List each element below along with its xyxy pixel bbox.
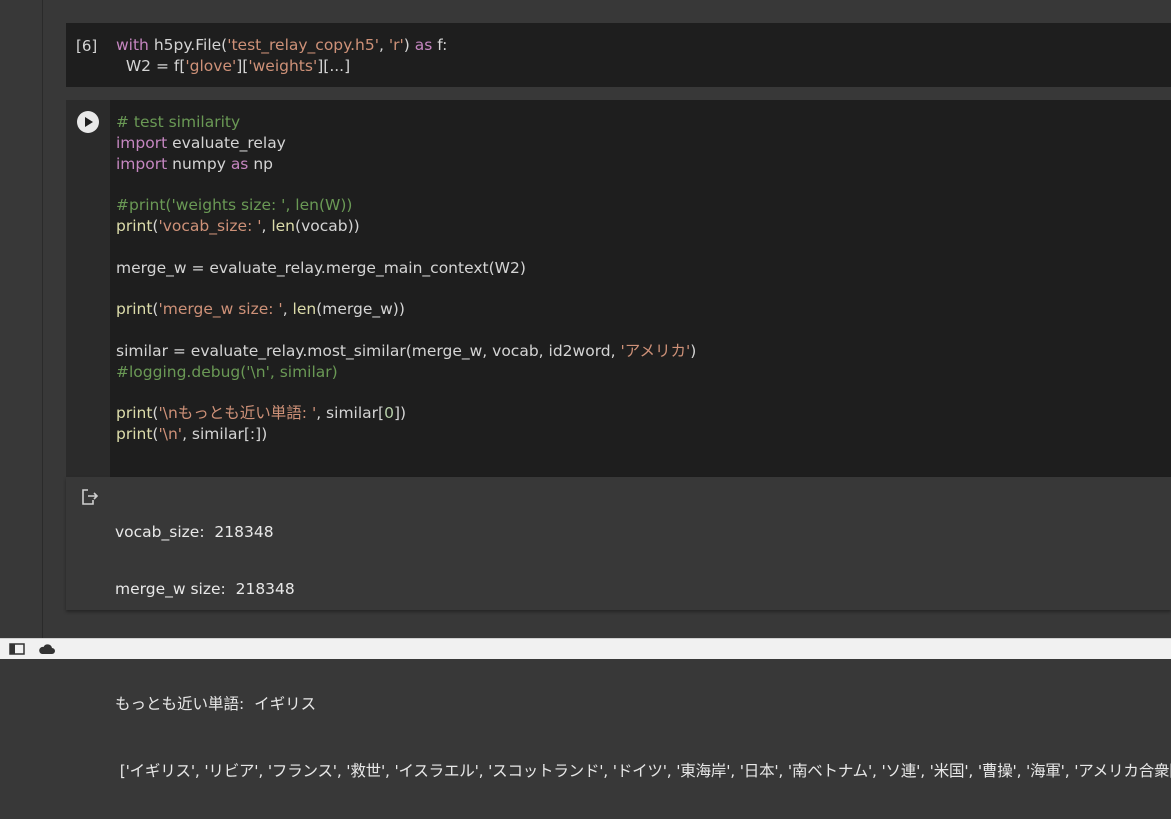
code-editor[interactable]: # test similarity import evaluate_relay im… (116, 112, 696, 445)
code-line: print('\n', similar[:]) (116, 424, 696, 445)
left-gutter (0, 0, 42, 638)
code-token: 'weights' (248, 57, 318, 75)
code-editor[interactable]: with h5py.File('test_relay_copy.h5', 'r'… (116, 35, 447, 77)
code-token: print (116, 424, 153, 443)
code-token: 'test_relay_copy.h5' (227, 36, 379, 54)
code-token: 'アメリカ' (620, 341, 691, 360)
code-line: print('merge_w size: ', len(merge_w)) (116, 299, 696, 320)
code-token: as (414, 36, 433, 54)
code-line: print('\nもっとも近い単語: ', similar[0]) (116, 403, 696, 424)
code-token: , similar[ (316, 404, 385, 423)
code-cell-6[interactable]: [6] with h5py.File('test_relay_copy.h5',… (66, 23, 1171, 87)
code-token: ) (403, 36, 415, 54)
play-icon (85, 117, 93, 127)
run-cell-button[interactable] (77, 111, 99, 133)
code-token: len (292, 300, 317, 319)
code-token: h5py.File( (148, 36, 228, 54)
code-token: , similar[:]) (182, 424, 268, 443)
code-line: W2 = f['glove']['weights'][...] (116, 56, 447, 77)
code-token: , (261, 216, 272, 235)
code-token: with (116, 36, 149, 54)
code-line: #logging.debug('\n', similar) (116, 362, 696, 383)
code-token: , (282, 300, 293, 319)
code-line: similar = evaluate_relay.most_similar(me… (116, 341, 696, 362)
code-token: similar = evaluate_relay.most_similar(me… (116, 341, 621, 360)
code-token: 'merge_w size: ' (158, 300, 283, 319)
code-token: (merge_w)) (316, 300, 405, 319)
code-token: ) (690, 341, 697, 360)
output-icon[interactable] (80, 488, 100, 506)
code-token: W2 = f[ (116, 57, 186, 75)
code-token: numpy (167, 154, 231, 173)
status-bar (0, 638, 1171, 659)
code-line: import evaluate_relay (116, 133, 696, 154)
code-line: print('vocab_size: ', len(vocab)) (116, 216, 696, 237)
execution-count: [6] (76, 37, 98, 55)
output-nearest-line: もっとも近い単語: イギリス (115, 695, 317, 713)
code-token: evaluate_relay (167, 133, 286, 152)
terminal-icon[interactable] (9, 643, 25, 655)
code-token: print (116, 300, 153, 319)
output-vocab-line: vocab_size: 218348 (115, 523, 274, 541)
code-token: import (116, 154, 168, 173)
code-token: import (116, 133, 168, 152)
code-token: ][...] (317, 57, 351, 75)
code-token: ][ (236, 57, 249, 75)
code-line: with h5py.File('test_relay_copy.h5', 'r'… (116, 35, 447, 56)
output-merge-line: merge_w size: 218348 (115, 580, 295, 598)
code-token: len (271, 216, 296, 235)
gutter-divider (42, 0, 43, 638)
code-token: (vocab)) (295, 216, 360, 235)
code-token: merge_w = evaluate_relay.merge_main_cont… (116, 258, 526, 277)
output-similar-list: ['イギリス', 'リビア', 'フランス', '救世', 'イスラエル', '… (115, 762, 1171, 780)
code-token: 'r' (388, 36, 404, 54)
code-token: 'vocab_size: ' (158, 216, 262, 235)
code-line: merge_w = evaluate_relay.merge_main_cont… (116, 258, 696, 279)
code-cell-active[interactable]: # test similarity import evaluate_relay im… (66, 100, 1171, 477)
code-token: as (230, 154, 249, 173)
code-token: 0 (384, 404, 394, 423)
code-token: print (116, 216, 153, 235)
cell-output: vocab_size: 218348 merge_w size: 218348 … (66, 477, 1171, 780)
code-line: #print('weights size: ', len(W)) (116, 195, 696, 216)
code-token: , (378, 36, 389, 54)
code-token: #logging.debug('\n', similar) (116, 362, 338, 381)
code-line: import numpy as np (116, 154, 696, 175)
code-token: # test similarity (116, 113, 241, 131)
code-token: f: (432, 36, 448, 54)
code-token: #print('weights size: ', len(W)) (116, 196, 353, 215)
code-token: print (116, 404, 153, 423)
code-token: '\nもっとも近い単語: ' (158, 404, 317, 423)
code-token: np (248, 154, 273, 173)
cloud-icon[interactable] (38, 643, 56, 655)
code-token: 'glove' (185, 57, 237, 75)
code-line: # test similarity (116, 112, 696, 133)
code-token: ]) (393, 404, 407, 423)
code-token: '\n' (158, 424, 183, 443)
cell-gutter (66, 100, 110, 477)
